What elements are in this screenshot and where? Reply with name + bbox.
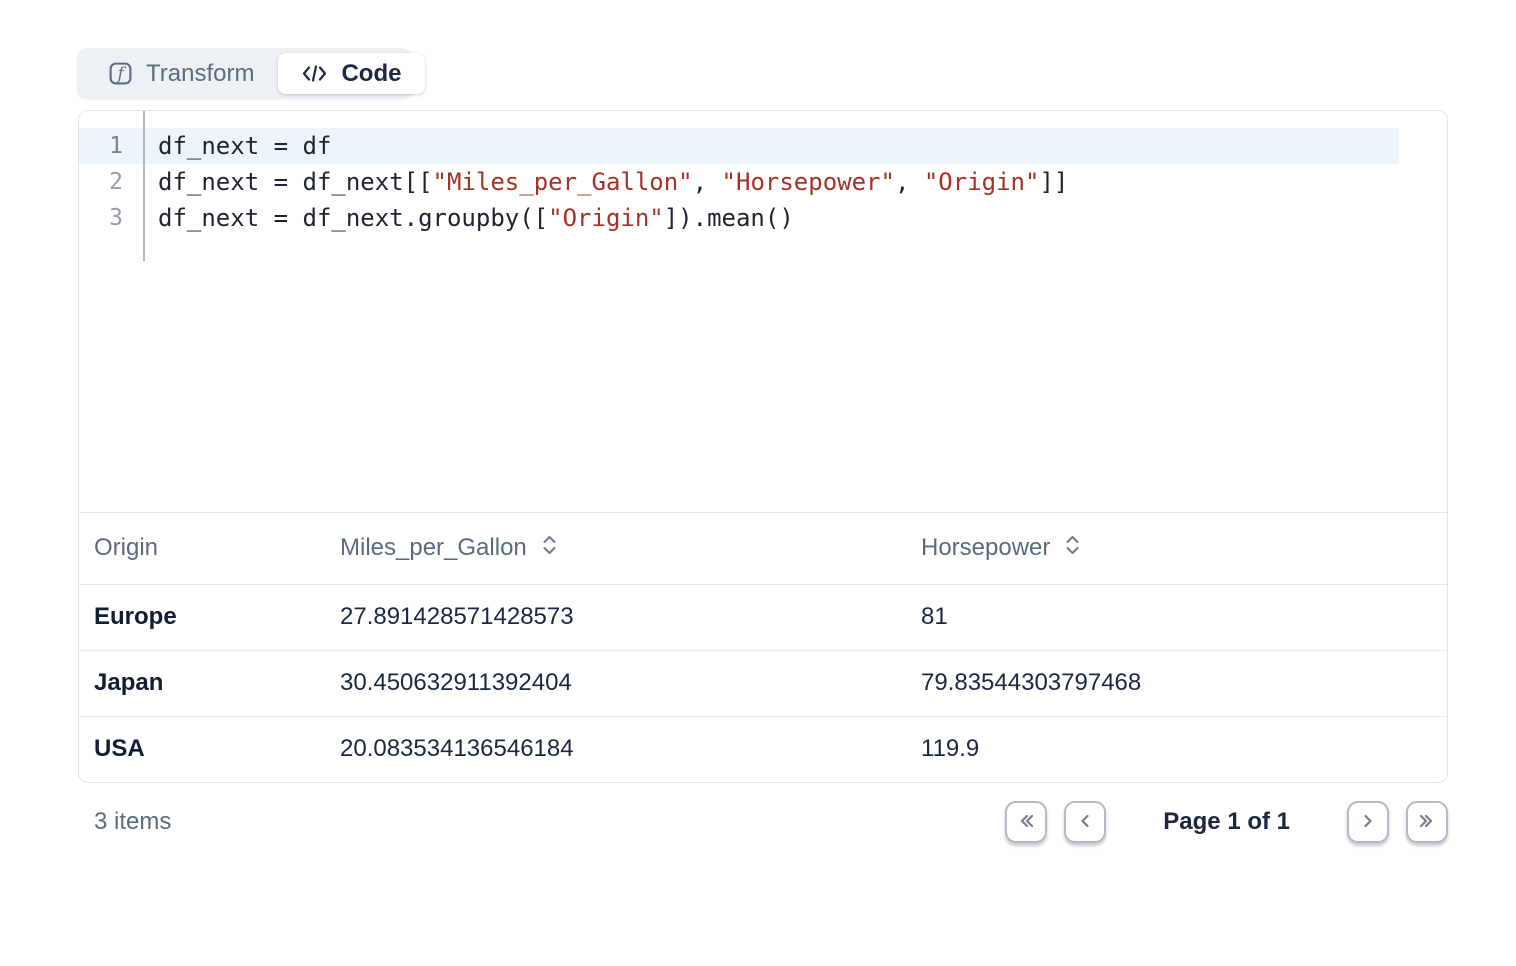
cell-horsepower: 119.9 <box>906 716 1447 782</box>
table-row: Japan 30.450632911392404 79.835443037974… <box>79 650 1447 716</box>
table-header-row: Origin Miles_per_Gallon <box>79 513 1447 584</box>
cell-miles-per-gallon: 20.083534136546184 <box>325 716 906 782</box>
code-token-string: "Origin" <box>924 168 1040 196</box>
tab-code[interactable]: Code <box>278 53 425 94</box>
cell-miles-per-gallon: 30.450632911392404 <box>325 650 906 716</box>
table-row: Europe 27.891428571428573 81 <box>79 584 1447 650</box>
code-lines: 1df_next = df2df_next = df_next[["Miles_… <box>79 128 1447 236</box>
svg-text:f: f <box>116 64 127 83</box>
prev-page-button[interactable] <box>1064 801 1106 843</box>
result-table: Origin Miles_per_Gallon <box>79 513 1447 782</box>
line-number: 1 <box>79 128 143 164</box>
view-toggle: f Transform Code <box>77 48 412 99</box>
tab-transform[interactable]: f Transform <box>82 53 278 94</box>
tab-transform-label: Transform <box>146 60 254 88</box>
chevron-right-icon <box>1358 811 1378 834</box>
cell-miles-per-gallon: 27.891428571428573 <box>325 584 906 650</box>
code-token-plain: ]).mean() <box>664 204 794 232</box>
code-token-plain: df_next = df_next.groupby([ <box>158 204 548 232</box>
cell-origin: USA <box>79 716 325 782</box>
code-token-plain: , <box>895 168 924 196</box>
next-page-button[interactable] <box>1347 801 1389 843</box>
code-token-string: "Horsepower" <box>722 168 895 196</box>
page-indicator: Page 1 of 1 <box>1163 808 1290 836</box>
cell-origin: Japan <box>79 650 325 716</box>
chevrons-right-icon <box>1416 811 1438 834</box>
line-number: 3 <box>79 200 143 236</box>
first-page-button[interactable] <box>1005 801 1047 843</box>
column-header-label: Origin <box>94 534 158 562</box>
code-line[interactable]: 2df_next = df_next[["Miles_per_Gallon", … <box>79 164 1399 200</box>
tab-code-label: Code <box>341 60 401 88</box>
transform-panel: 1df_next = df2df_next = df_next[["Miles_… <box>78 110 1448 783</box>
sort-chevrons-icon[interactable] <box>541 534 558 563</box>
items-count: 3 items <box>78 808 171 836</box>
code-token-string: "Origin" <box>548 204 664 232</box>
code-text: df_next = df <box>143 128 331 164</box>
code-token-plain: df_next = df <box>158 132 331 160</box>
table-row: USA 20.083534136546184 119.9 <box>79 716 1447 782</box>
code-token-string: "Miles_per_Gallon" <box>433 168 693 196</box>
function-icon: f <box>108 61 133 86</box>
cell-horsepower: 79.83544303797468 <box>906 650 1447 716</box>
column-header-origin: Origin <box>79 513 325 584</box>
code-token-plain: , <box>693 168 722 196</box>
column-header-horsepower: Horsepower <box>906 513 1447 584</box>
code-line[interactable]: 1 df_next = df <box>79 128 1399 164</box>
last-page-button[interactable] <box>1406 801 1448 843</box>
code-editor[interactable]: 1df_next = df2df_next = df_next[["Miles_… <box>79 111 1447 513</box>
code-text: df_next = df_next[["Miles_per_Gallon", "… <box>143 164 1068 200</box>
line-number: 2 <box>79 164 143 200</box>
table-footer: 3 items Page 1 of 1 <box>78 799 1448 845</box>
code-token-plain: df_next = df_next[[ <box>158 168 433 196</box>
chevrons-left-icon <box>1015 811 1037 834</box>
column-header-label: Horsepower <box>921 534 1050 562</box>
sort-chevrons-icon[interactable] <box>1064 534 1081 563</box>
column-header-label: Miles_per_Gallon <box>340 534 527 562</box>
page-root: { "tabs": { "transform_label": "Transfor… <box>0 48 1516 966</box>
code-line[interactable]: 3df_next = df_next.groupby(["Origin"]).m… <box>79 200 1399 236</box>
chevron-left-icon <box>1075 811 1095 834</box>
pagination: Page 1 of 1 <box>1005 801 1448 843</box>
cell-horsepower: 81 <box>906 584 1447 650</box>
column-header-miles-per-gallon: Miles_per_Gallon <box>325 513 906 584</box>
cell-origin: Europe <box>79 584 325 650</box>
code-slash-icon <box>301 63 328 84</box>
code-token-plain: ]] <box>1039 168 1068 196</box>
gutter-separator <box>143 111 145 261</box>
code-text: df_next = df_next.groupby(["Origin"]).me… <box>143 200 794 236</box>
